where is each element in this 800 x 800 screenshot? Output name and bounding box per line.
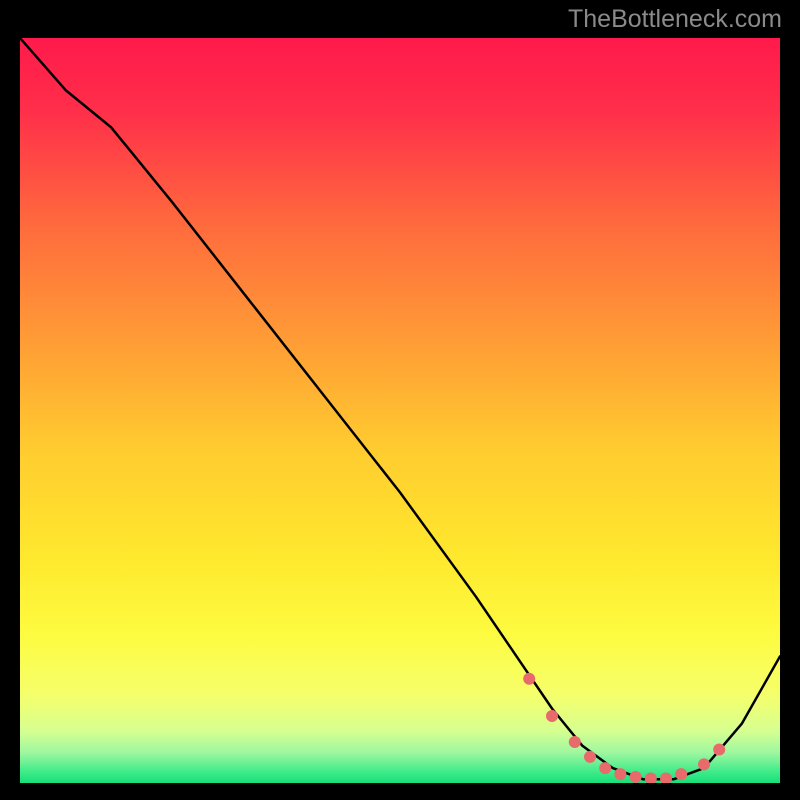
data-marker bbox=[614, 768, 626, 780]
chart bbox=[20, 38, 780, 783]
chart-curve bbox=[20, 38, 780, 783]
data-marker bbox=[713, 744, 725, 756]
data-marker bbox=[645, 773, 657, 784]
data-marker bbox=[523, 673, 535, 685]
data-marker bbox=[599, 762, 611, 774]
data-marker bbox=[660, 773, 672, 784]
data-marker bbox=[698, 758, 710, 770]
data-marker bbox=[630, 771, 642, 783]
data-marker bbox=[569, 736, 581, 748]
data-marker bbox=[546, 710, 558, 722]
watermark: TheBottleneck.com bbox=[568, 5, 782, 34]
data-marker bbox=[584, 751, 596, 763]
data-marker bbox=[675, 768, 687, 780]
